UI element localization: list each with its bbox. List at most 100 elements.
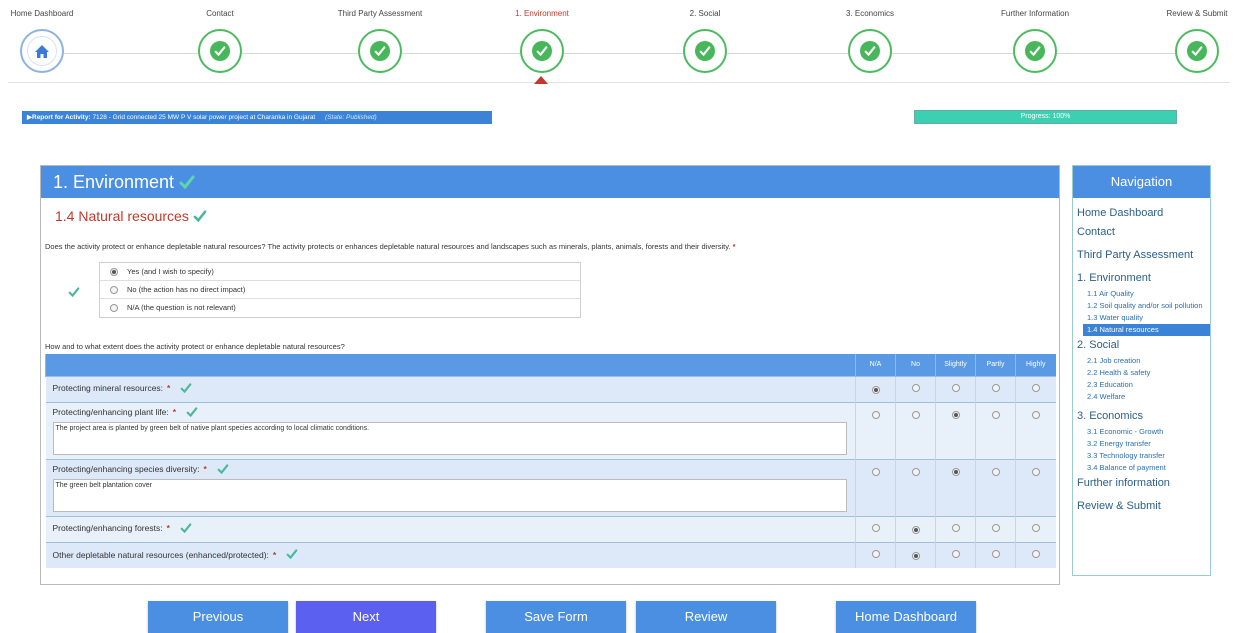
required-marker: * <box>166 523 170 534</box>
radio-option[interactable]: N/A (the question is not relevant) <box>100 299 580 317</box>
rating-radio[interactable] <box>991 550 1000 559</box>
radio-option[interactable]: No (the action has no direct impact) <box>100 281 580 299</box>
radio-button[interactable] <box>110 285 118 294</box>
home-icon[interactable] <box>20 29 64 73</box>
rating-radio[interactable] <box>1031 550 1040 559</box>
radio-option[interactable]: Yes (and I wish to specify) <box>100 263 580 281</box>
step-3[interactable]: 1. Environment <box>482 8 602 84</box>
rating-radio[interactable] <box>871 550 880 559</box>
rating-radio[interactable] <box>911 552 920 561</box>
comment-textarea[interactable] <box>52 421 847 455</box>
step-label: Third Party Assessment <box>337 9 423 18</box>
nav-item[interactable]: 2.2 Health & safety <box>1077 367 1210 379</box>
next-button[interactable]: Next <box>296 601 436 633</box>
previous-button[interactable]: Previous <box>148 601 288 633</box>
nav-item[interactable]: 3.2 Energy transfer <box>1077 438 1210 450</box>
rating-radio[interactable] <box>871 524 880 532</box>
check-icon[interactable] <box>1013 29 1057 73</box>
check-icon[interactable] <box>683 29 727 73</box>
check-icon <box>286 549 298 561</box>
rating-radio[interactable] <box>871 410 880 419</box>
check-icon[interactable] <box>848 29 892 73</box>
step-0[interactable]: Home Dashboard <box>0 8 102 73</box>
step-2[interactable]: Third Party Assessment <box>320 8 440 73</box>
table-header-blank <box>45 354 856 376</box>
rating-radio[interactable] <box>871 386 880 394</box>
nav-item[interactable]: 3. Economics <box>1077 407 1210 426</box>
rating-radio[interactable] <box>911 526 920 534</box>
check-icon[interactable] <box>1175 29 1219 73</box>
nav-item[interactable]: 3.4 Balance of payment <box>1077 462 1210 474</box>
rating-radio[interactable] <box>1031 524 1040 532</box>
rating-cell <box>1015 375 1056 402</box>
radio-button[interactable] <box>110 304 118 312</box>
check-icon[interactable] <box>358 29 402 73</box>
step-1[interactable]: Contact <box>160 8 280 73</box>
step-6[interactable]: Further Information <box>975 8 1095 73</box>
steps-divider <box>8 82 1230 83</box>
table-row: Protecting/enhancing species diversity: * <box>45 458 1056 516</box>
rating-radio[interactable] <box>991 524 1000 532</box>
rating-cell <box>895 541 936 568</box>
rating-radio[interactable] <box>951 524 960 532</box>
column-header: No <box>895 354 936 376</box>
check-icon[interactable] <box>520 29 564 73</box>
rating-radio[interactable] <box>871 467 880 476</box>
required-marker: * <box>172 406 177 417</box>
nav-item[interactable]: Contact <box>1077 223 1210 242</box>
nav-item[interactable]: 2.1 Job creation <box>1077 355 1210 367</box>
nav-item[interactable]: 2.3 Education <box>1077 379 1210 391</box>
row-label-cell: Protecting/enhancing plant life: * <box>45 401 856 459</box>
nav-item[interactable]: Review & Submit <box>1077 497 1210 516</box>
nav-item[interactable]: 1.2 Soil quality and/or soil pollution <box>1077 300 1210 312</box>
rating-cell <box>855 458 896 516</box>
nav-item[interactable]: 3.1 Economic - Growth <box>1077 426 1210 438</box>
rating-radio[interactable] <box>991 410 1000 419</box>
step-5[interactable]: 3. Economics <box>810 8 930 73</box>
rating-cell <box>855 541 896 568</box>
home-dashboard-button[interactable]: Home Dashboard <box>836 601 976 633</box>
rating-radio[interactable] <box>951 550 960 559</box>
review-button[interactable]: Review <box>636 601 776 633</box>
rating-radio[interactable] <box>911 467 920 476</box>
question1-text: Does the activity protect or enhance dep… <box>45 242 731 251</box>
nav-item[interactable]: 1.3 Water quality <box>1077 312 1210 324</box>
progress-bar: Progress: 100% <box>914 110 1177 124</box>
nav-item[interactable]: 1. Environment <box>1077 269 1210 288</box>
nav-item[interactable]: 1.4 Natural resources <box>1083 324 1210 336</box>
rating-radio[interactable] <box>1031 410 1040 419</box>
rating-cell <box>935 375 976 402</box>
nav-item[interactable]: 3.3 Technology transfer <box>1077 450 1210 462</box>
rating-radio[interactable] <box>1031 467 1040 476</box>
rating-radio[interactable] <box>951 410 960 419</box>
rating-radio[interactable] <box>911 384 920 392</box>
save-form-button[interactable]: Save Form <box>486 601 626 633</box>
rating-cell <box>975 375 1016 402</box>
nav-item[interactable]: Further information <box>1077 474 1210 493</box>
row-label-cell: Protecting/enhancing forests: * <box>45 515 856 542</box>
nav-item[interactable]: 1.1 Air Quality <box>1077 288 1210 300</box>
row-label: Other depletable natural resources (enha… <box>52 549 269 560</box>
rating-radio[interactable] <box>951 467 960 476</box>
comment-textarea[interactable] <box>52 478 847 512</box>
table-row: Other depletable natural resources (enha… <box>45 541 1056 568</box>
rating-cell <box>895 375 936 402</box>
step-4[interactable]: 2. Social <box>645 8 765 73</box>
step-label: 2. Social <box>689 9 721 18</box>
nav-item[interactable]: Home Dashboard <box>1077 204 1210 223</box>
check-icon[interactable] <box>198 29 242 73</box>
rating-radio[interactable] <box>991 467 1000 476</box>
rating-radio[interactable] <box>911 410 920 419</box>
nav-item[interactable]: Third Party Assessment <box>1077 246 1210 265</box>
rating-radio[interactable] <box>1031 384 1040 392</box>
nav-item[interactable]: 2. Social <box>1077 336 1210 355</box>
radio-button[interactable] <box>110 267 118 276</box>
navigation-panel: Navigation Home Dashboard Contact Third Pa… <box>1072 165 1211 576</box>
rating-radio[interactable] <box>991 384 1000 392</box>
row-label: Protecting/enhancing forests: <box>52 523 163 534</box>
step-label: Further Information <box>1000 9 1070 18</box>
step-label: 3. Economics <box>845 9 895 18</box>
nav-item[interactable]: 2.4 Welfare <box>1077 391 1210 403</box>
step-7[interactable]: Review & Submit <box>1137 8 1238 73</box>
rating-radio[interactable] <box>951 384 960 392</box>
